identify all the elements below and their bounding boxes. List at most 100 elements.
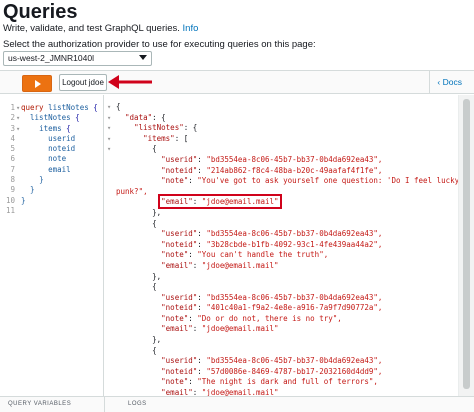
logs-tab[interactable]: LOGS (128, 401, 147, 407)
json-pair: "noteid": "57d0086e-8469-4787-bb17-20321… (161, 367, 382, 376)
run-query-button[interactable] (22, 75, 52, 92)
fold-marker (16, 165, 20, 175)
json-key: "note" (161, 250, 189, 260)
json-value: [ (183, 133, 189, 143)
fold-marker[interactable]: ▾ (16, 124, 20, 134)
result-line: "note": "The night is dark and full of t… (116, 377, 458, 388)
json-pair: "userid": "bd3554ea-8c06-45b7-bb37-0b4da… (161, 155, 382, 164)
json-colon: : (183, 123, 193, 133)
docs-button[interactable]: ‹ Docs (437, 77, 462, 87)
result-line: "noteid": "401c40a1-f9a2-4e8e-a916-7a9f7… (116, 303, 458, 314)
json-colon: : (188, 313, 198, 323)
editor-code-line: listNotes { (21, 113, 98, 123)
json-colon: : (152, 112, 162, 122)
result-line: "note": "Do or do not, there is no try", (116, 314, 458, 325)
fold-marker[interactable]: ▾ (16, 103, 20, 113)
result-line: "email": "jdoe@email.mail" (116, 194, 458, 210)
json-key: "noteid" (161, 366, 198, 376)
editor-code-line: items { (21, 124, 98, 134)
scrollbar-thumb[interactable] (463, 99, 470, 389)
code-token: items (39, 123, 62, 133)
docs-label: Docs (442, 77, 462, 87)
fold-marker[interactable]: ▾ (107, 144, 111, 155)
json-value: "57d0086e-8469-4787-bb17-2032160d4dd9", (206, 366, 383, 376)
editor-code-line: email (21, 165, 98, 175)
json-colon: : (192, 260, 202, 270)
fold-marker (16, 134, 20, 144)
fold-marker (107, 272, 111, 283)
fold-marker (16, 175, 20, 185)
chevron-down-icon (139, 55, 147, 60)
results-fold-markers: ▾ ▾ ▾ ▾ ▾ (107, 102, 111, 396)
editor-code-line: noteid (21, 144, 98, 154)
code-token: } (30, 185, 35, 195)
logout-button[interactable]: Logout jdoe (59, 74, 107, 91)
json-value: "jdoe@email.mail" (201, 388, 279, 396)
code-token: userid (48, 133, 76, 143)
result-line: "items": [ (116, 134, 458, 145)
subtitle-text: Write, validate, and test GraphQL querie… (3, 23, 180, 34)
fold-marker (107, 155, 111, 166)
fold-marker[interactable]: ▾ (107, 123, 111, 134)
json-colon: : (192, 197, 202, 207)
json-pair: "note": "You can't handle the truth", (161, 250, 328, 259)
json-colon: : (188, 377, 198, 387)
result-line: "noteid": "214ab862-f8c4-48ba-b20c-49aaf… (116, 166, 458, 177)
auth-provider-select[interactable]: us-west-2_JMNR1040l (3, 51, 152, 66)
code-token: listNotes (48, 103, 89, 112)
result-line: "email": "jdoe@email.mail" (116, 324, 458, 335)
results-json: { "data": { "listNotes": { "items": [ { … (116, 102, 458, 396)
code-token: { (70, 113, 80, 123)
info-link[interactable]: Info (183, 23, 199, 34)
query-editor[interactable]: 1 2 3 4 5 6 7 8 9 10 11 ▾ ▾ ▾ query listNotes { list… (0, 95, 104, 396)
json-colon: : (197, 229, 207, 239)
json-value: "3b28cbde-b1fb-4092-93c1-4fe439aa44a2", (206, 239, 383, 249)
json-key: "note" (161, 377, 189, 387)
fold-marker (107, 166, 111, 177)
fold-marker (107, 314, 111, 325)
fold-marker (107, 377, 111, 388)
page-subtitle: Write, validate, and test GraphQL querie… (3, 23, 198, 34)
query-variables-tab[interactable]: QUERY VARIABLES (8, 401, 71, 407)
json-key: "userid" (161, 292, 198, 302)
editor-code[interactable]: query listNotes { listNotes { items { us… (21, 103, 98, 216)
json-key: "noteid" (161, 239, 198, 249)
json-pair: "listNotes": { (134, 123, 197, 132)
code-token: noteid (48, 144, 76, 154)
fold-marker[interactable]: ▾ (16, 113, 20, 123)
json-value: "The night is dark and full of terrors", (197, 377, 378, 387)
json-pair: "data": { (125, 113, 166, 122)
fold-marker[interactable]: ▾ (107, 102, 111, 113)
editor-line-number: 8 (10, 175, 15, 185)
bottom-panel: QUERY VARIABLES LOGS (0, 396, 474, 412)
json-text: { (116, 218, 157, 228)
json-text: }, (116, 207, 162, 217)
editor-code-line: } (21, 185, 98, 195)
fold-marker[interactable]: ▾ (107, 134, 111, 145)
editor-code-line: note (21, 154, 98, 164)
json-colon: : (188, 250, 198, 260)
fold-marker (107, 187, 111, 198)
fold-marker (107, 335, 111, 346)
fold-marker (16, 196, 20, 206)
result-line: { (116, 144, 458, 155)
fold-marker (107, 303, 111, 314)
result-line: { (116, 219, 458, 230)
results-scrollbar[interactable] (458, 95, 474, 396)
json-pair: "email": "jdoe@email.mail" (161, 388, 278, 396)
result-line: "userid": "bd3554ea-8c06-45b7-bb37-0b4da… (116, 229, 458, 240)
json-text: }, (116, 335, 162, 345)
json-pair: "noteid": "401c40a1-f9a2-4e8e-a916-7a9f7… (161, 303, 382, 312)
json-pair: "note": "The night is dark and full of t… (161, 377, 378, 386)
fold-marker (16, 185, 20, 195)
fold-marker (107, 197, 111, 208)
fold-marker[interactable]: ▾ (107, 113, 111, 124)
json-pair: "noteid": "214ab862-f8c4-48ba-b20c-49aaf… (161, 166, 382, 175)
json-value: { (192, 123, 198, 133)
